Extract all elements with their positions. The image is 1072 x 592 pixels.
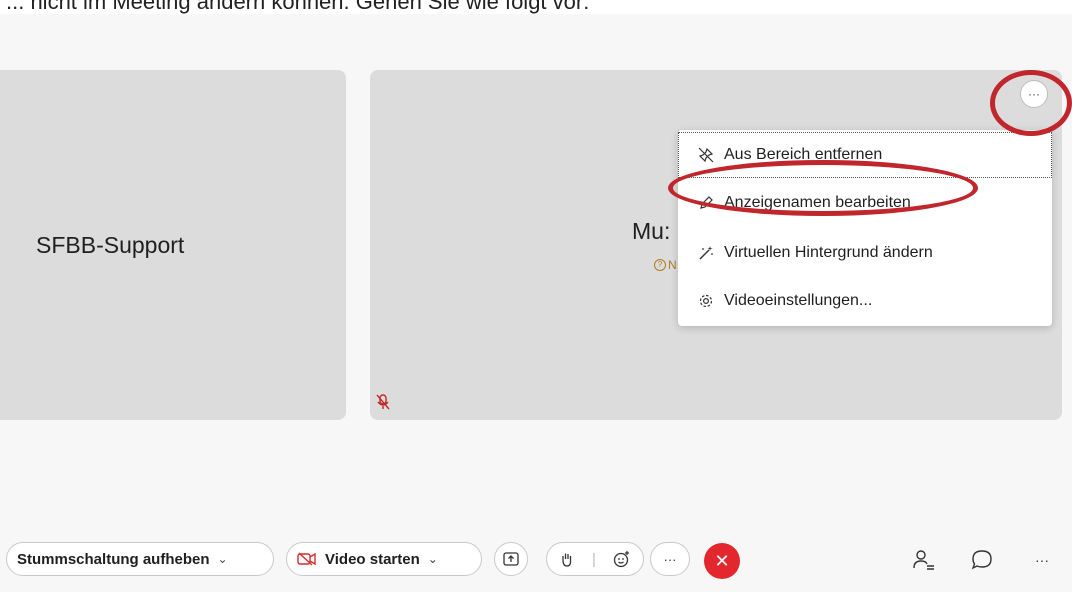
menu-item-change-virtual-background[interactable]: Virtuellen Hintergrund ändern — [678, 230, 1052, 276]
meeting-stage: SFBB-Support Mu: ? N ··· Aus Bereich ent… — [0, 14, 1072, 592]
info-icon: ? — [654, 259, 666, 271]
share-icon — [503, 552, 519, 566]
start-video-label: Video starten — [325, 550, 420, 568]
menu-item-label: Virtuellen Hintergrund ändern — [724, 244, 933, 261]
menu-item-label: Aus Bereich entfernen — [724, 146, 883, 163]
share-button[interactable] — [494, 542, 528, 576]
magic-wand-icon — [699, 246, 713, 260]
pencil-icon — [700, 196, 713, 209]
menu-item-label: Videoeinstellungen... — [724, 292, 873, 309]
page-caption: ... nicht im Meeting ändern können. Gehe… — [6, 0, 590, 14]
reactions-group: | — [546, 542, 644, 576]
participants-icon[interactable] — [912, 548, 936, 572]
separator: | — [592, 550, 596, 568]
menu-item-video-settings[interactable]: Videoeinstellungen... — [678, 278, 1052, 324]
tile-more-button[interactable]: ··· — [1020, 80, 1048, 108]
menu-item-edit-display-name[interactable]: Anzeigenamen bearbeiten — [678, 180, 1052, 226]
mic-muted-icon — [376, 394, 390, 410]
participant-status: ? N — [654, 258, 677, 272]
participant-name: Mu: — [632, 218, 671, 244]
leave-meeting-button[interactable]: ✕ — [704, 543, 740, 579]
participant-name: SFBB-Support — [36, 232, 185, 258]
raise-hand-icon[interactable] — [559, 551, 575, 567]
meeting-toolbar: Stummschaltung aufheben ⌄ Video starten … — [0, 542, 1072, 579]
participant-status-text: N — [668, 258, 677, 272]
gear-icon — [699, 294, 713, 308]
video-off-icon — [297, 552, 316, 566]
tile-context-menu: Aus Bereich entfernen Anzeigenamen bearb… — [678, 130, 1052, 326]
unmute-button[interactable]: Stummschaltung aufheben ⌄ — [6, 542, 274, 576]
unpin-icon — [698, 147, 714, 163]
chevron-down-icon[interactable]: ⌄ — [218, 552, 228, 566]
overflow-menu-button[interactable]: ··· — [1030, 548, 1054, 572]
menu-item-label: Anzeigenamen bearbeiten — [724, 194, 911, 211]
start-video-button[interactable]: Video starten ⌄ — [286, 542, 482, 576]
unmute-label: Stummschaltung aufheben — [17, 550, 210, 568]
more-options-button[interactable]: ··· — [650, 542, 690, 576]
menu-item-remove-from-stage[interactable]: Aus Bereich entfernen — [678, 132, 1052, 178]
participant-tile-sfbb-support[interactable]: SFBB-Support — [0, 70, 346, 420]
chevron-down-icon[interactable]: ⌄ — [428, 552, 438, 566]
chat-icon[interactable] — [970, 548, 994, 572]
emoji-reaction-icon[interactable] — [613, 550, 631, 568]
